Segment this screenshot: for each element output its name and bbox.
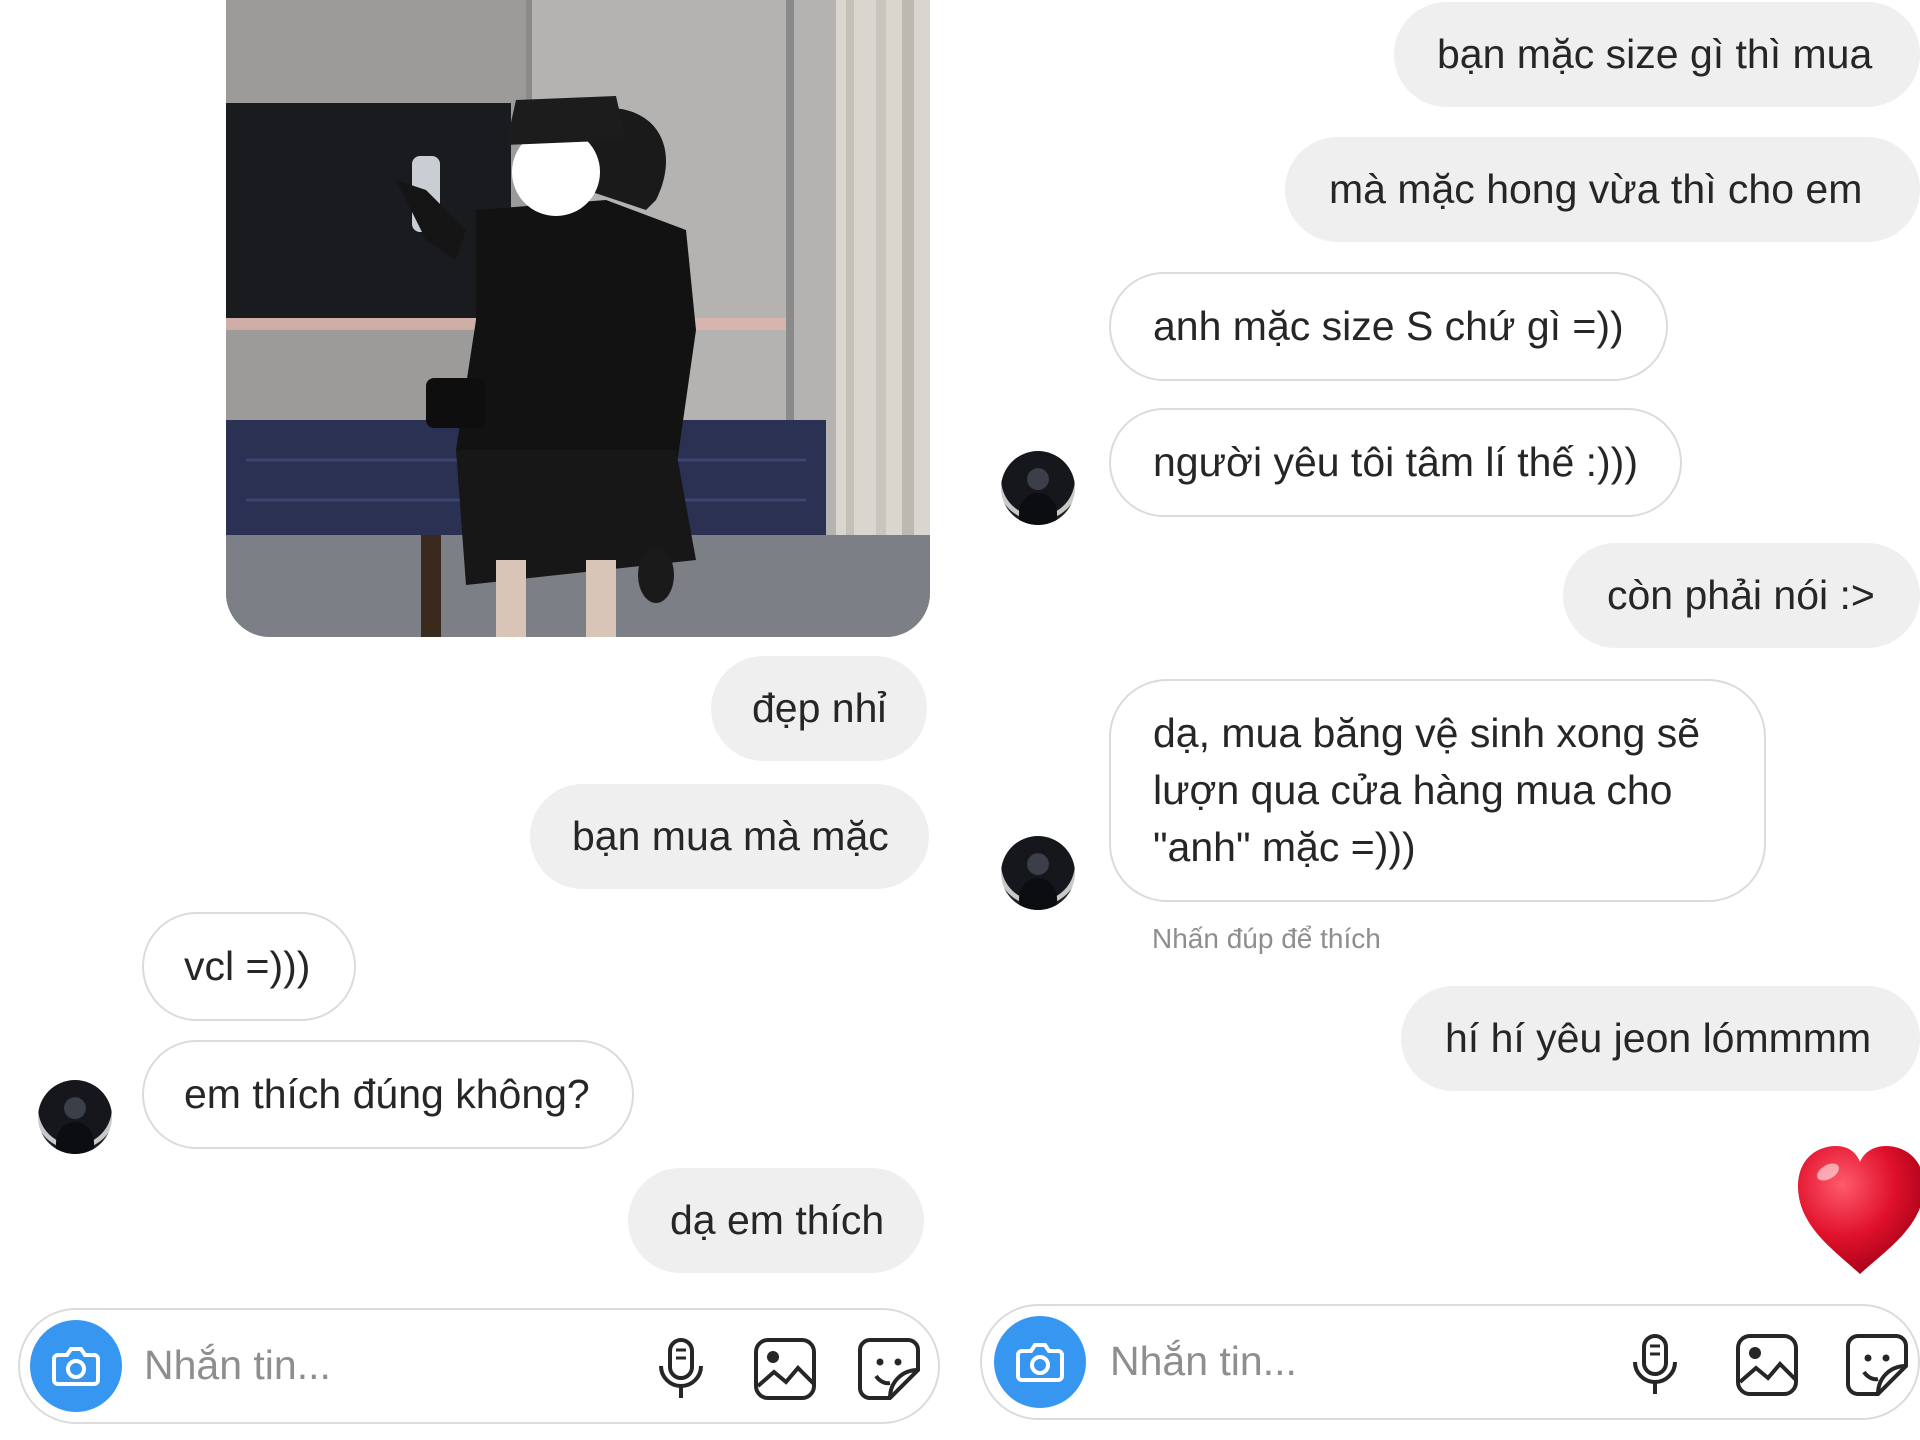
conversation-left: đẹp nhỉ bạn mua mà mặc vcl =))) em thích… [0, 0, 940, 1440]
message-bubble-incoming[interactable]: em thích đúng không? [142, 1040, 634, 1149]
camera-button[interactable] [994, 1316, 1086, 1408]
message-bubble-outgoing[interactable]: dạ em thích [628, 1168, 925, 1273]
message-bubble-incoming[interactable]: vcl =))) [142, 912, 357, 1021]
message-bubble-outgoing[interactable]: còn phải nói :> [1563, 543, 1920, 648]
message-composer[interactable]: Nhắn tin... [980, 1304, 1920, 1420]
message-input-placeholder[interactable]: Nhắn tin... [144, 1342, 331, 1389]
contact-avatar[interactable] [38, 1080, 112, 1154]
message-text: hí hí yêu jeon lómmmm [1445, 1015, 1872, 1061]
message-composer[interactable]: Nhắn tin... [18, 1308, 940, 1424]
gallery-icon[interactable] [1734, 1332, 1800, 1398]
message-bubble-incoming[interactable]: người yêu tôi tâm lí thế :))) [1109, 408, 1682, 517]
message-bubble-outgoing[interactable]: mà mặc hong vừa thì cho em [1285, 137, 1920, 242]
message-bubble-incoming[interactable]: dạ, mua băng vệ sinh xong sẽ lượn qua cử… [1109, 679, 1766, 902]
message-text: người yêu tôi tâm lí thế :))) [1153, 439, 1638, 485]
message-text: đẹp nhỉ [752, 685, 887, 731]
message-input-placeholder[interactable]: Nhắn tin... [1110, 1338, 1297, 1385]
shared-photo[interactable] [226, 0, 930, 637]
message-text: vcl =))) [184, 943, 311, 989]
outfit-photo-illustration [226, 0, 930, 637]
message-text: anh mặc size S chứ gì =)) [1153, 303, 1624, 349]
message-text: em thích đúng không? [184, 1071, 590, 1117]
gallery-icon[interactable] [752, 1336, 818, 1402]
message-bubble-outgoing[interactable]: đẹp nhỉ [711, 656, 927, 761]
message-text: còn phải nói :> [1607, 572, 1875, 618]
microphone-icon[interactable] [648, 1336, 714, 1402]
contact-avatar[interactable] [1001, 451, 1075, 525]
camera-button[interactable] [30, 1320, 122, 1412]
heart-emoji[interactable] [1794, 1142, 1920, 1276]
message-bubble-outgoing[interactable]: bạn mua mà mặc [530, 784, 929, 889]
message-bubble-incoming[interactable]: anh mặc size S chứ gì =)) [1109, 272, 1668, 381]
sticker-icon[interactable] [856, 1336, 922, 1402]
message-text: bạn mặc size gì thì mua [1437, 31, 1873, 77]
contact-avatar[interactable] [1001, 836, 1075, 910]
camera-icon [52, 1347, 100, 1386]
message-text: dạ, mua băng vệ sinh xong sẽ lượn qua cử… [1153, 710, 1701, 870]
conversation-right: bạn mặc size gì thì mua mà mặc hong vừa … [980, 0, 1920, 1440]
message-bubble-outgoing[interactable]: bạn mặc size gì thì mua [1394, 2, 1920, 107]
microphone-icon[interactable] [1622, 1332, 1688, 1398]
message-text: mà mặc hong vừa thì cho em [1329, 166, 1863, 212]
sticker-icon[interactable] [1844, 1332, 1910, 1398]
message-bubble-outgoing[interactable]: hí hí yêu jeon lómmmm [1401, 986, 1920, 1091]
camera-icon [1016, 1343, 1064, 1382]
message-text: dạ em thích [670, 1197, 885, 1243]
double-tap-hint: Nhấn đúp để thích [1152, 923, 1381, 954]
message-text: bạn mua mà mặc [572, 813, 889, 859]
